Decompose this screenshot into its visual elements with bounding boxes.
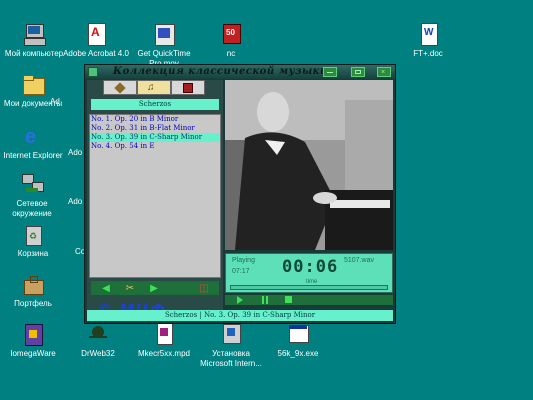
transport-controls [225, 295, 393, 305]
desktop-icon-label: FT+.doc [413, 49, 443, 58]
desktop-icon-nc[interactable]: 50 nc [195, 22, 267, 59]
book-icon [183, 83, 193, 93]
setup-icon [219, 322, 243, 346]
export-icon[interactable]: ◫ [195, 282, 213, 294]
computer-icon [22, 22, 46, 46]
minimize-button[interactable] [323, 67, 337, 77]
window-titlebar[interactable]: Коллекция классической музыки × [85, 65, 395, 79]
close-button[interactable]: × [377, 67, 391, 77]
time-counter: 00:06 [282, 257, 339, 277]
desktop-icon-label: Сетевое окружение [12, 199, 52, 218]
window-app-icon [286, 322, 310, 346]
partial-label: Ad [50, 97, 60, 106]
desktop-icon-label: 56k_9x.exe [277, 349, 319, 358]
spider-icon [86, 322, 110, 346]
panel-tabs: ♫ [91, 80, 221, 96]
playlist-header: Scherzos [91, 99, 219, 110]
desktop-icon-label: Портфель [14, 299, 52, 308]
desktop-icon-drweb32[interactable]: DrWeb32 [62, 322, 134, 359]
track-item[interactable]: No. 4. Op. 54 in E [90, 142, 220, 151]
window-title: Коллекция классической музыки [113, 66, 328, 77]
composer-portrait-image [225, 80, 393, 250]
desktop-icon-internet-explorer[interactable]: e Internet Explorer [0, 124, 69, 161]
stop-icon[interactable] [285, 296, 295, 304]
progress-slider[interactable] [230, 285, 388, 290]
navigation-bar: ◀ ✂ ▶ ◫ [91, 281, 219, 295]
desktop-icon-label: Корзина [17, 249, 49, 258]
music-player-window: Коллекция классической музыки × ♫ Scherz… [84, 64, 396, 324]
maximize-button[interactable] [351, 67, 365, 77]
desktop-icon-label: Adobe Acrobat 4.0 [63, 49, 129, 58]
desktop-icon-label: Internet Explorer [3, 151, 63, 160]
file-name: 5107.wav [344, 257, 374, 264]
desktop-icon-iomegaware[interactable]: IomegaWare [0, 322, 69, 359]
tools-icon[interactable]: ✂ [121, 282, 139, 294]
word-doc-icon: W [416, 22, 440, 46]
tab-works[interactable]: ♫ [137, 80, 171, 95]
play-icon[interactable] [237, 296, 247, 304]
track-item[interactable]: No. 2. Op. 31 in B-Flat Minor [90, 124, 220, 133]
folder-icon [21, 72, 45, 96]
playlist-panel: ♫ Scherzos No. 1. Op. 20 in B Minor No. … [87, 80, 223, 322]
track-list: No. 1. Op. 20 in B Minor No. 2. Op. 31 i… [89, 114, 221, 278]
back-arrow-icon[interactable]: ◀ [97, 282, 115, 294]
pause-icon[interactable] [261, 296, 271, 304]
desktop-icon-recycle-bin[interactable]: ♻ Корзина [0, 222, 69, 259]
desktop-icon-label: Mkecr5xx.mpd [137, 349, 190, 358]
app-icon [88, 67, 98, 77]
playback-status-panel: Playing 07:17 00:06 time 5107.wav [225, 253, 393, 293]
desktop-icon-ft-doc[interactable]: W FT+.doc [392, 22, 464, 59]
track-item[interactable]: No. 1. Op. 20 in B Minor [90, 115, 220, 124]
recycle-bin-icon: ♻ [21, 222, 45, 246]
desktop-icon-ie-setup[interactable]: Установка Microsoft Intern... [195, 322, 267, 369]
desktop-icon-quicktime[interactable]: Get QuickTime Pro.mov [128, 22, 200, 69]
file-icon [152, 322, 176, 346]
tab-composers[interactable] [103, 80, 137, 95]
forward-arrow-icon[interactable]: ▶ [145, 282, 163, 294]
film-icon [152, 22, 176, 46]
tab-info[interactable] [171, 80, 205, 95]
desktop-icon-briefcase[interactable]: Портфель [0, 272, 69, 309]
network-icon [20, 172, 44, 196]
desktop-icon-mkecr5xx[interactable]: Mkecr5xx.mpd [128, 322, 200, 359]
desktop-icon-56k-exe[interactable]: 56k_9x.exe [262, 322, 334, 359]
notes-icon: ♫ [147, 82, 155, 93]
composer-photo [225, 80, 393, 250]
desktop-icon-label: Установка Microsoft Intern... [200, 349, 262, 368]
norton-commander-icon: 50 [219, 22, 243, 46]
desktop-icon-label: nc [226, 49, 236, 58]
ie-icon: e [25, 126, 37, 148]
briefcase-icon [21, 272, 45, 296]
desktop-icon-adobe-acrobat[interactable]: A Adobe Acrobat 4.0 [60, 22, 132, 59]
elapsed-time: 07:17 [232, 268, 250, 275]
playback-state: Playing [232, 257, 255, 264]
iomega-icon [21, 322, 45, 346]
quill-icon [114, 82, 126, 94]
status-bar: Scherzos | No. 3. Op. 39 in C-Sharp Mino… [87, 310, 393, 321]
desktop-icon-label: DrWeb32 [81, 349, 115, 358]
track-item-selected[interactable]: No. 3. Op. 39 in C-Sharp Minor [90, 133, 220, 142]
desktop-icon-label: IomegaWare [10, 349, 56, 358]
desktop-icon-network[interactable]: Сетевое окружение [0, 172, 68, 219]
acrobat-icon: A [84, 22, 108, 46]
